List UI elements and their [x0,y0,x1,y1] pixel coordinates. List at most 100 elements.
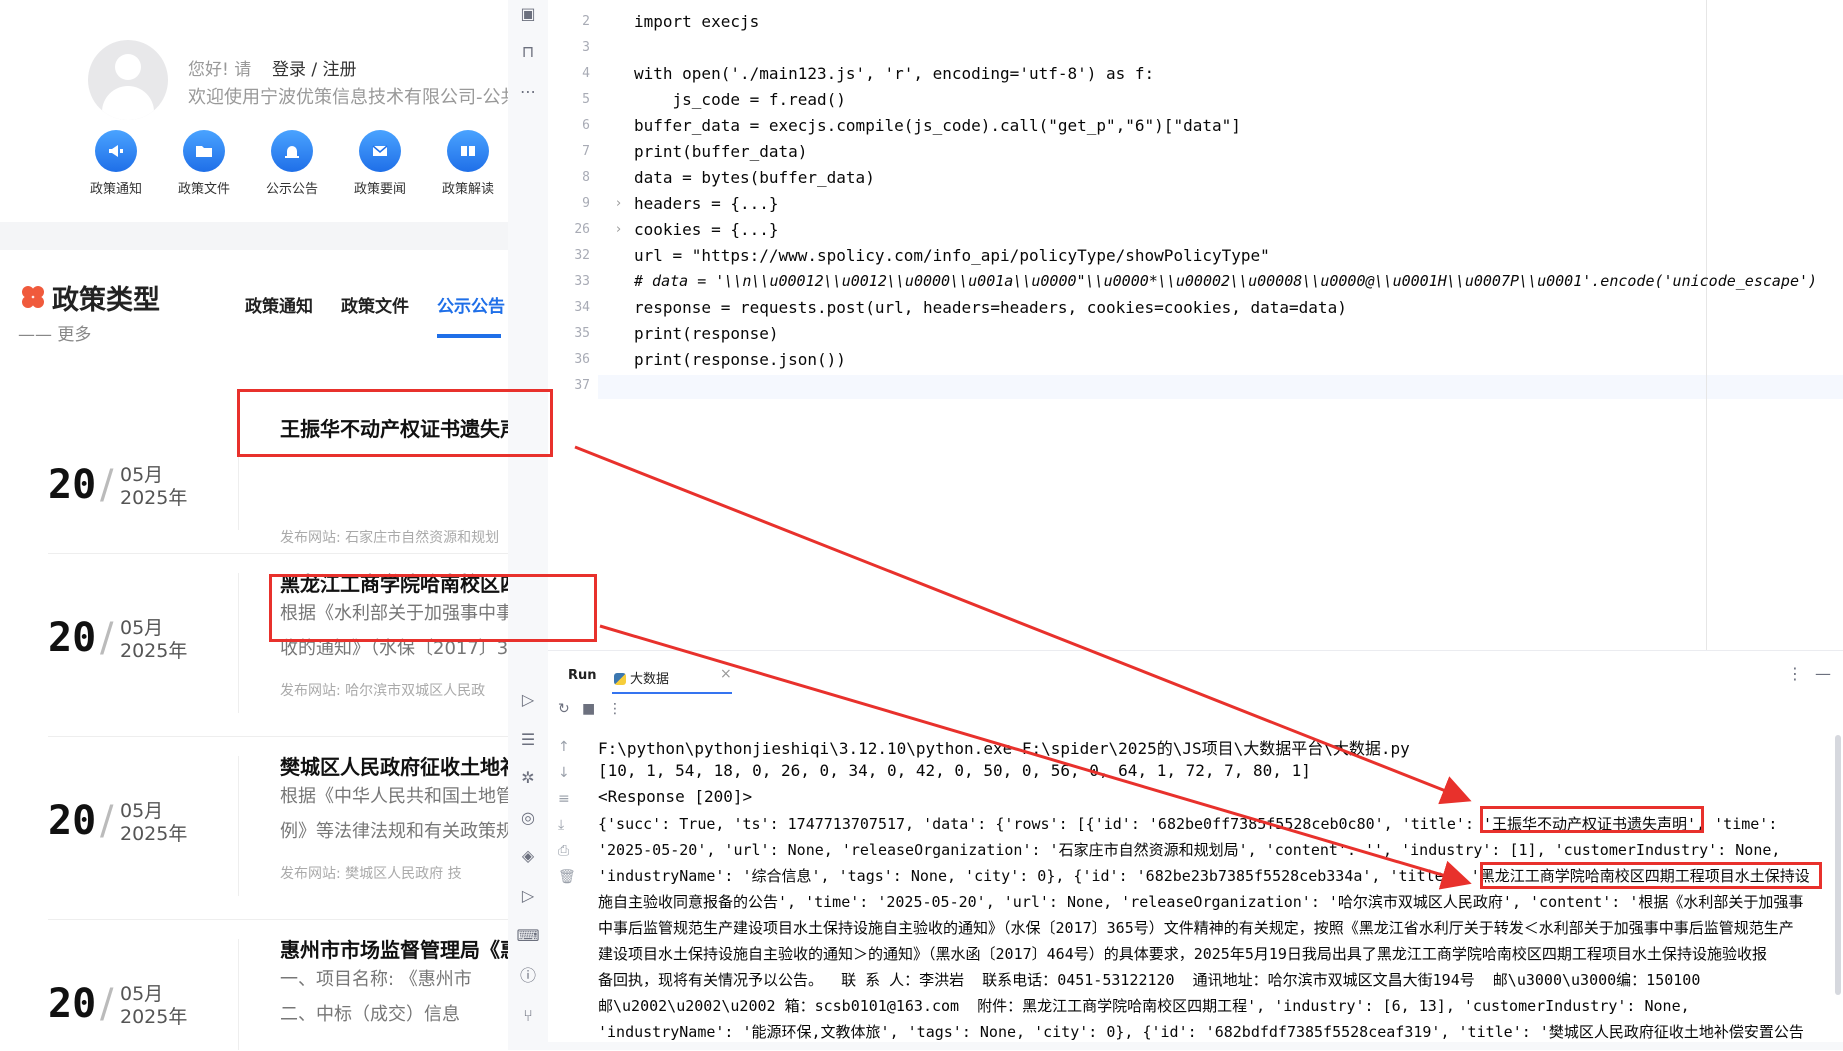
code-line: with open('./main123.js', 'r', encoding=… [634,64,1155,83]
quick-link-announcement[interactable]: 公示公告 [252,130,332,197]
login-register-link[interactable]: 登录 / 注册 [272,55,357,80]
quick-link-policy-news[interactable]: 政策要闻 [340,130,420,197]
left-toolbar: ▣ ⊓ ⋯ ▷ ☰ ✲ ◎ ◈ ▷ ⌨ ⓘ ⑂ [508,0,549,1050]
scroll-to-end-icon[interactable]: ⤓ [558,817,564,833]
soft-wrap-icon[interactable]: ≡ [558,791,570,807]
tab-announcement[interactable]: 公示公告 [437,292,505,317]
code-line: response = requests.post(url, headers=he… [634,298,1347,317]
line-number: 34 [574,300,590,315]
alarm-icon [271,130,313,172]
active-tab-indicator [612,692,732,694]
terminal-icon[interactable]: ⌨ [516,924,540,948]
code-editor[interactable]: import execjs with open('./main123.js', … [598,0,1843,650]
run-side-toolbar: ↑ ↓ ≡ ⤓ ⎙ 🗑 [548,725,584,1051]
code-line: url = "https://www.spolicy.com/info_api/… [634,246,1270,265]
item-source: 发布网站: 樊城区人民政府 技 [280,866,462,882]
code-line: print(buffer_data) [634,142,808,161]
megaphone-icon [95,130,137,172]
item-title[interactable]: 惠州市市场监督管理局《惠 [280,934,508,963]
down-arrow-icon[interactable]: ↓ [558,765,570,781]
flower-logo-icon [20,284,46,314]
line-number: 5 [582,92,590,107]
fold-arrow-icon[interactable]: › [616,196,621,211]
more-icon[interactable]: ⋮ [608,701,622,717]
quick-link-policy-interpretation[interactable]: 政策解读 [428,130,508,197]
line-number: 8 [582,170,590,185]
policy-type-header: 政策类型 —— 更多 政策通知 政策文件 公示公告 [0,250,508,370]
quick-link-policy-file[interactable]: 政策文件 [164,130,244,197]
line-number: 36 [574,352,590,367]
console-line: F:\python\pythonjieshiqi\3.12.10\python.… [598,739,1410,758]
avatar[interactable] [88,40,168,120]
quick-link-label: 政策通知 [89,182,142,197]
annotation-box-console-title-1 [1480,806,1704,833]
item-year: 2025年 [120,640,188,662]
problems-icon[interactable]: ⓘ [516,964,540,988]
close-icon[interactable]: × [720,666,732,682]
item-desc: 一、项目名称: 《惠州市 [280,969,472,990]
run-controls: ↻ ■ ⋮ [548,695,1843,725]
minimize-icon[interactable]: — [1815,664,1831,683]
structure-icon[interactable]: ▣ [516,2,540,26]
greeting-text: 您好! 请 [188,60,252,80]
line-number-gutter: 2 3 4 5 6 7 8 9 26 32 33 34 35 36 37 [548,0,598,650]
services-icon[interactable]: ▷ [516,884,540,908]
item-desc: 例》等法律法规和有关政策规 [280,821,508,842]
line-number: 3 [582,40,590,55]
item-source: 发布网站: 哈尔滨市双城区人民政 [280,683,486,699]
bookmark-icon[interactable]: ⊓ [516,40,540,64]
console-line: '2025-05-20', 'url': None, 'releaseOrgan… [598,841,1781,859]
tab-policy-file[interactable]: 政策文件 [341,292,409,317]
line-number: 9 [582,196,590,211]
code-line: buffer_data = execjs.compile(js_code).ca… [634,116,1241,135]
line-number: 4 [582,66,590,81]
policy-list: 20 / 05月 2025年 王振华不动产权证书遗失声 发布网站: 石家庄市自然… [0,370,508,1050]
section-title: 政策类型 [52,285,160,316]
fold-arrow-icon[interactable]: › [616,222,621,237]
python-console-icon[interactable]: ◎ [516,806,540,830]
quick-link-label: 政策要闻 [353,182,406,197]
more-icon[interactable]: ⋯ [516,80,540,104]
item-year: 2025年 [120,487,188,509]
run-header: Run 大数据 × ⋮ — [548,651,1843,695]
tab-policy-notice[interactable]: 政策通知 [245,292,313,317]
console-line: [10, 1, 54, 18, 0, 26, 0, 34, 0, 42, 0, … [598,761,1311,780]
debug-icon[interactable]: ✲ [516,766,540,790]
code-line: data = bytes(buffer_data) [634,168,875,187]
trash-icon[interactable]: 🗑 [558,869,576,885]
rerun-icon[interactable]: ↻ [558,701,570,717]
more-link[interactable]: —— 更多 [18,320,91,345]
list-icon[interactable]: ☰ [516,728,540,752]
git-icon[interactable]: ⑂ [516,1004,540,1028]
user-profile-panel: 您好! 请 登录 / 注册 欢迎使用宁波优策信息技术有限公司-公共 政策通知 政… [0,0,508,222]
item-title[interactable]: 樊城区人民政府征收土地补 [280,751,508,780]
line-number: 26 [574,222,590,237]
welcome-text: 欢迎使用宁波优策信息技术有限公司-公共 [188,87,508,108]
code-line: js_code = f.read() [634,90,846,109]
list-item[interactable]: 20 / 05月 2025年 樊城区人民政府征收土地补 根据《中华人民共和国土地… [48,736,508,920]
print-icon[interactable]: ⎙ [558,843,569,859]
item-year: 2025年 [120,823,188,845]
quick-link-label: 公示公告 [265,182,318,197]
up-arrow-icon[interactable]: ↑ [558,739,570,755]
run-label: Run [568,668,597,683]
active-tab-indicator [437,334,501,338]
code-line: print(response) [634,324,779,343]
quick-link-policy-notice[interactable]: 政策通知 [76,130,156,197]
stop-icon[interactable]: ■ [582,701,595,717]
list-item[interactable]: 20 / 05月 2025年 惠州市市场监督管理局《惠 一、项目名称: 《惠州市… [48,919,508,1050]
layers-icon[interactable]: ◈ [516,844,540,868]
quick-link-label: 政策解读 [441,182,494,197]
run-tab-label: 大数据 [630,672,670,687]
code-line: import execjs [634,12,760,31]
line-number: 6 [582,118,590,133]
run-icon[interactable]: ▷ [516,688,540,712]
console-scrollbar[interactable] [1835,735,1841,995]
line-number: 7 [582,144,590,159]
book-icon [447,130,489,172]
kebab-menu-icon[interactable]: ⋮ [1787,664,1803,683]
run-panel: Run 大数据 × ⋮ — ↻ ■ ⋮ ↑ ↓ ≡ ⤓ ⎙ 🗑 F:\pytho… [548,650,1843,1051]
run-tab[interactable]: 大数据 [614,668,669,687]
item-desc: 二、中标（成交）信息 [280,1004,460,1025]
code-line: cookies = {...} [634,220,779,239]
